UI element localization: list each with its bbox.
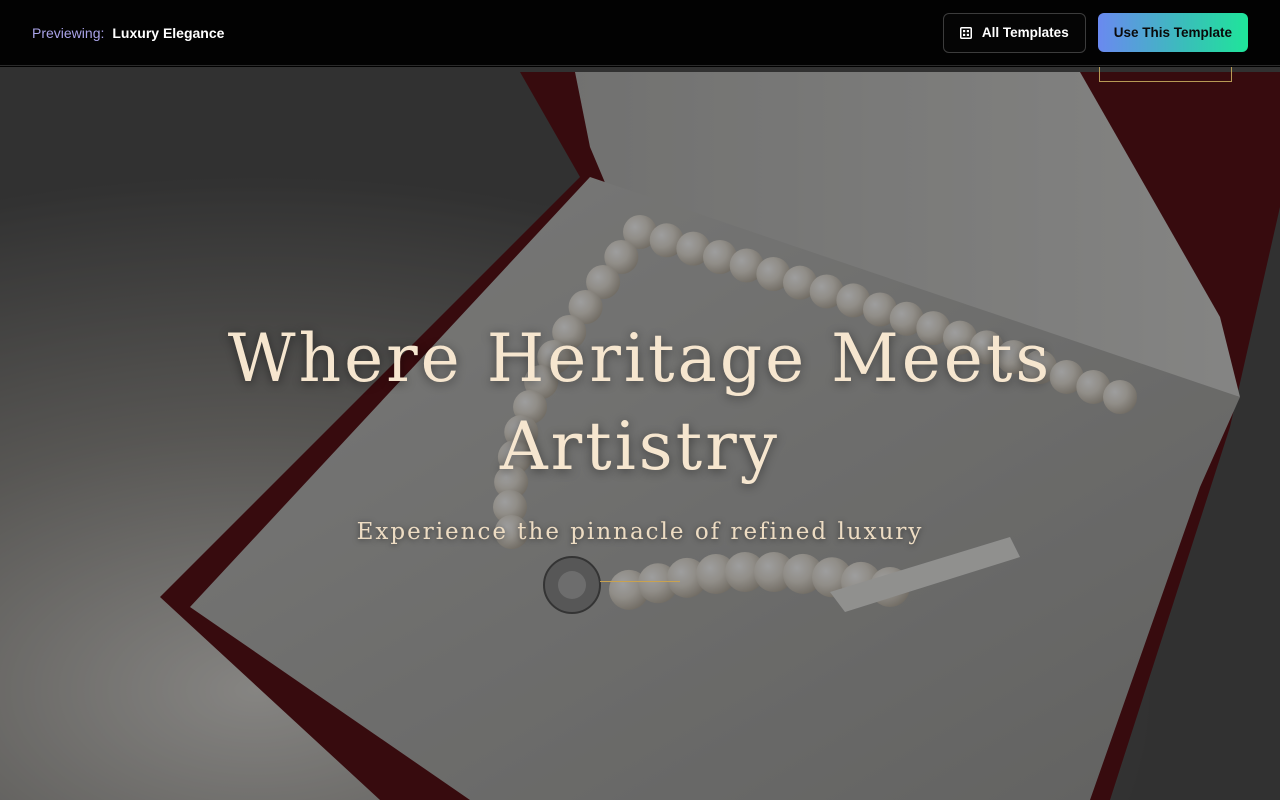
use-template-button[interactable]: Use This Template [1097, 13, 1248, 52]
preview-bar: Previewing: Luxury Elegance All Template… [0, 0, 1280, 66]
hero-section: Where Heritage Meets Artistry Experience… [0, 67, 1280, 800]
template-name: Luxury Elegance [112, 24, 225, 41]
all-templates-label: All Templates [981, 25, 1069, 40]
hero-title: Where Heritage Meets Artistry [227, 320, 1053, 485]
grid-icon [959, 26, 972, 39]
all-templates-button[interactable]: All Templates [942, 12, 1086, 53]
hero-subtitle: Experience the pinnacle of refined luxur… [356, 519, 924, 545]
preview-info: Previewing: Luxury Elegance [32, 25, 224, 41]
header-cta-outline[interactable] [1099, 67, 1232, 82]
hero-content: Where Heritage Meets Artistry Experience… [0, 315, 1280, 582]
gold-divider [600, 581, 680, 582]
preview-actions: All Templates Use This Template [942, 12, 1248, 53]
preview-label: Previewing: [32, 24, 105, 41]
